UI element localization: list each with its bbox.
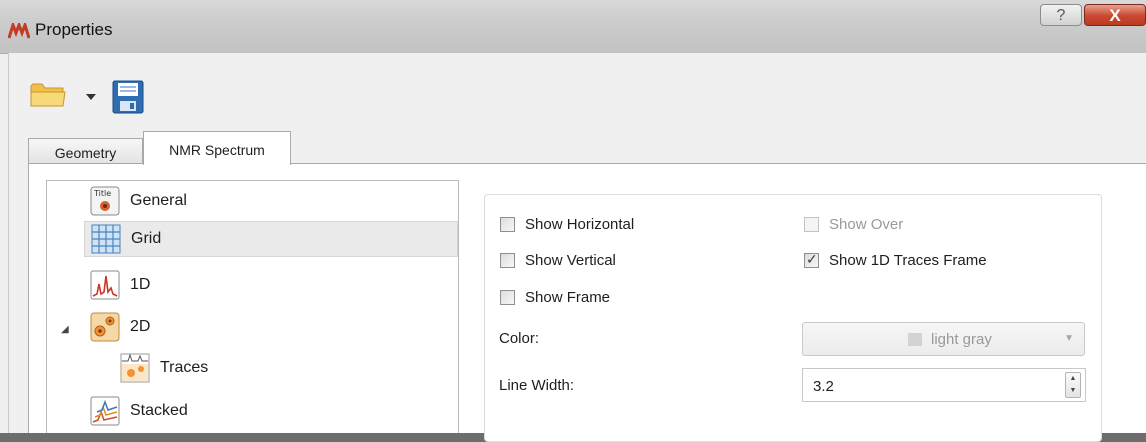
grid-icon	[91, 224, 121, 254]
color-value: light gray	[931, 331, 992, 348]
tree-item-2d[interactable]: 2D	[90, 309, 150, 345]
chevron-down-icon: ▼	[1064, 333, 1074, 344]
chevron-down-icon[interactable]	[86, 94, 96, 100]
collapse-arrow-icon[interactable]: ◢	[61, 324, 69, 335]
checkbox-label: Show Frame	[525, 289, 611, 306]
tab-geometry[interactable]: Geometry	[28, 138, 143, 164]
tree-item-label: 2D	[130, 318, 151, 335]
spin-up-icon[interactable]: ▲	[1066, 373, 1080, 385]
save-icon[interactable]	[112, 80, 144, 114]
spin-buttons[interactable]: ▲ ▼	[1065, 372, 1081, 398]
checkbox-label: Show Vertical	[525, 252, 616, 269]
help-button[interactable]: ?	[1040, 4, 1082, 26]
color-dropdown[interactable]: light gray ▼	[802, 322, 1085, 356]
checkbox-box[interactable]	[804, 217, 819, 232]
show-1d-traces-frame-checkbox[interactable]: ✓ Show 1D Traces Frame	[804, 251, 987, 269]
show-vertical-checkbox[interactable]: Show Vertical	[500, 252, 616, 269]
tree-item-label: General	[130, 192, 187, 209]
checkbox-label: Show 1D Traces Frame	[829, 252, 987, 269]
properties-window: Properties ? X Geometry NMR Spectrum Tit…	[0, 0, 1146, 442]
checkbox-box[interactable]: ✓	[804, 251, 819, 268]
tree-item-stacked[interactable]: Stacked	[90, 393, 188, 429]
app-icon	[8, 23, 30, 39]
title-bar: Properties ? X	[0, 0, 1146, 54]
checkbox-box[interactable]	[500, 290, 515, 305]
line-width-value: 3.2	[813, 378, 834, 395]
tree-item-label: Stacked	[130, 402, 188, 419]
close-button[interactable]: X	[1084, 4, 1146, 26]
folder-icon[interactable]	[30, 82, 68, 108]
color-label: Color:	[499, 330, 540, 347]
tree-item-general[interactable]: Title General	[90, 183, 187, 219]
show-frame-checkbox[interactable]: Show Frame	[500, 289, 610, 306]
tab-nmr-spectrum[interactable]: NMR Spectrum	[143, 131, 291, 165]
show-over-checkbox[interactable]: Show Over	[804, 216, 903, 233]
tree-item-traces[interactable]: Traces	[120, 350, 208, 386]
line-width-spinbox[interactable]: 3.2 ▲ ▼	[802, 368, 1086, 402]
tree-item-1d[interactable]: 1D	[90, 267, 150, 303]
stacked-icon	[90, 396, 120, 426]
svg-text:Title: Title	[93, 189, 111, 198]
checkbox-box[interactable]	[500, 253, 515, 268]
tree-item-label: Traces	[160, 359, 209, 376]
line-width-label: Line Width:	[499, 377, 575, 394]
tree-item-label: 1D	[130, 276, 151, 293]
spin-down-icon[interactable]: ▼	[1066, 385, 1080, 397]
color-swatch	[908, 333, 922, 346]
window-title: Properties	[35, 20, 113, 39]
checkbox-box[interactable]	[500, 217, 515, 232]
checkbox-label: Show Over	[829, 216, 904, 233]
spectrum-2d-icon	[90, 312, 120, 342]
tree-item-grid[interactable]: Grid	[84, 221, 458, 257]
tree-item-label: Grid	[131, 230, 162, 247]
traces-icon	[120, 353, 150, 383]
spectrum-1d-icon	[90, 270, 120, 300]
title-icon: Title	[90, 186, 120, 216]
checkbox-label: Show Horizontal	[525, 216, 635, 233]
checkmark-icon: ✓	[806, 251, 818, 267]
show-horizontal-checkbox[interactable]: Show Horizontal	[500, 216, 634, 233]
